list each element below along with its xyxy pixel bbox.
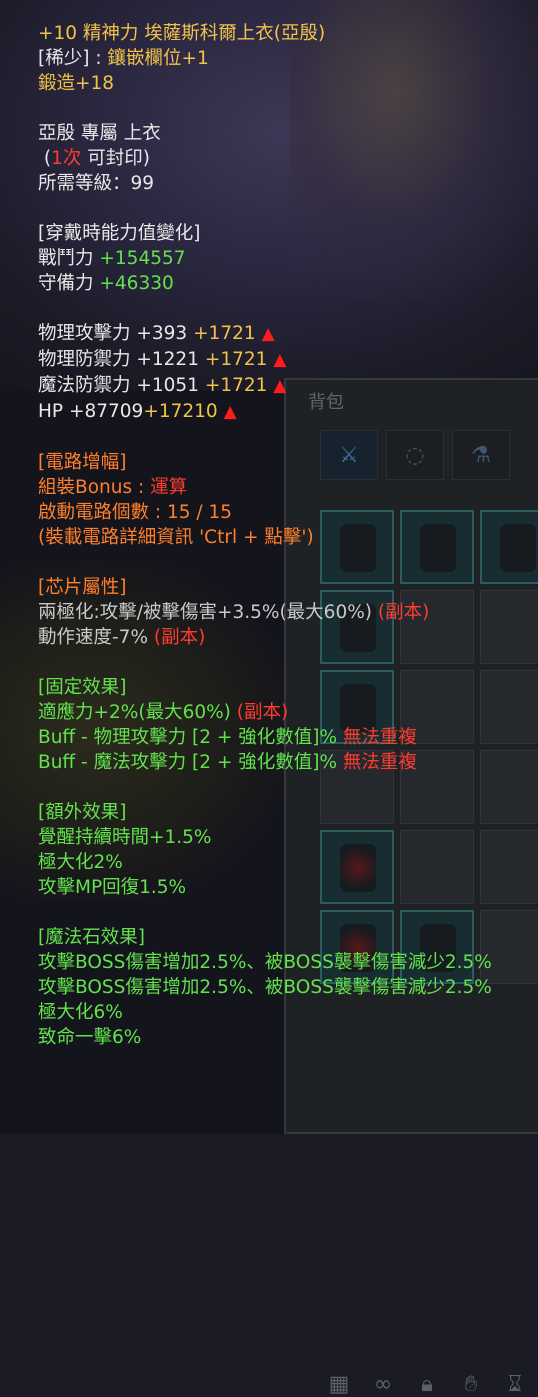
extra-line: 覺醒持續時間+1.5%: [38, 827, 212, 848]
magic-stone-line: 攻擊BOSS傷害增加2.5%、被BOSS襲擊傷害減少2.5%: [38, 952, 492, 973]
up-arrow-icon: ▲: [273, 376, 287, 396]
chip-header: [芯片屬性]: [38, 577, 127, 598]
fixed-line: 適應力+2%(最大60%) (副本): [38, 702, 289, 723]
seal-close: 可封印): [81, 148, 150, 169]
equip-change-row: 守備力 +46330: [38, 273, 174, 294]
rarity-label: [稀少] :: [38, 48, 108, 69]
rarity-line: [稀少] : 鑲嵌欄位+1: [38, 46, 522, 71]
link-icon[interactable]: ∞: [370, 1372, 396, 1397]
seal-count: 1次: [51, 148, 82, 169]
circuit-bonus: 組裝Bonus : 運算: [38, 477, 188, 498]
stat-row: HP +87709+17210 ▲: [38, 401, 237, 422]
fixed-line: Buff - 物理攻擊力 [2 + 強化數值]% 無法重複: [38, 727, 417, 748]
extra-header: [額外效果]: [38, 802, 127, 823]
up-arrow-icon: ▲: [261, 324, 275, 344]
hourglass-icon[interactable]: ⌛︎: [502, 1372, 528, 1397]
lock-icon[interactable]: 🔒︎: [414, 1372, 440, 1397]
exclusive-line: 亞殷 專屬 上衣: [38, 123, 161, 144]
magic-stone-line: 攻擊BOSS傷害增加2.5%、被BOSS襲擊傷害減少2.5%: [38, 977, 492, 998]
stat-row: 物理攻擊力 +393 +1721 ▲: [38, 323, 275, 344]
forge-line: 鍛造+18: [38, 71, 522, 96]
grid-icon[interactable]: ▦: [326, 1372, 352, 1397]
circuit-header: [電路增幅]: [38, 452, 127, 473]
tooltip-body: +10 精神力 埃薩斯科爾上衣(亞殷) [稀少] : 鑲嵌欄位+1 鍛造+18 …: [38, 21, 522, 1050]
item-title: +10 精神力 埃薩斯科爾上衣(亞殷): [38, 23, 326, 44]
chip-line: 兩極化:攻擊/被擊傷害+3.5%(最大60%) (副本): [38, 602, 430, 623]
level-requirement: 所需等級：99: [38, 173, 155, 194]
magic-stone-header: [魔法石效果]: [38, 927, 145, 948]
circuit-hint: (裝載電路詳細資訊 'Ctrl + 點擊'): [38, 527, 314, 548]
item-tooltip: +10 精神力 埃薩斯科爾上衣(亞殷) [稀少] : 鑲嵌欄位+1 鍛造+18 …: [0, 0, 538, 1134]
magic-stone-line: 極大化6%: [38, 1002, 123, 1023]
seal-line: (1次 可封印): [38, 146, 522, 171]
forge-value: +18: [75, 73, 115, 94]
rarity-value: 鑲嵌欄位+1: [107, 48, 209, 69]
extra-line: 攻擊MP回復1.5%: [38, 877, 187, 898]
fixed-header: [固定效果]: [38, 677, 127, 698]
circuit-count: 啟動電路個數 : 15 / 15: [38, 502, 233, 523]
hand-icon[interactable]: ✋︎: [458, 1372, 484, 1397]
equip-change-header: [穿戴時能力值變化]: [38, 223, 201, 244]
chip-line: 動作速度-7% (副本): [38, 627, 206, 648]
stat-row: 物理防禦力 +1221 +1721 ▲: [38, 349, 287, 370]
equip-change-row: 戰鬥力 +154557: [38, 248, 186, 269]
up-arrow-icon: ▲: [223, 402, 237, 422]
magic-stone-line: 致命一擊6%: [38, 1027, 142, 1048]
forge-label: 鍛造: [38, 73, 76, 94]
up-arrow-icon: ▲: [273, 350, 287, 370]
extra-line: 極大化2%: [38, 852, 123, 873]
stat-row: 魔法防禦力 +1051 +1721 ▲: [38, 375, 287, 396]
fixed-line: Buff - 魔法攻擊力 [2 + 強化數值]% 無法重複: [38, 752, 417, 773]
inventory-toolbar: ▦ ∞ 🔒︎ ✋︎ ⌛︎: [326, 1372, 528, 1397]
